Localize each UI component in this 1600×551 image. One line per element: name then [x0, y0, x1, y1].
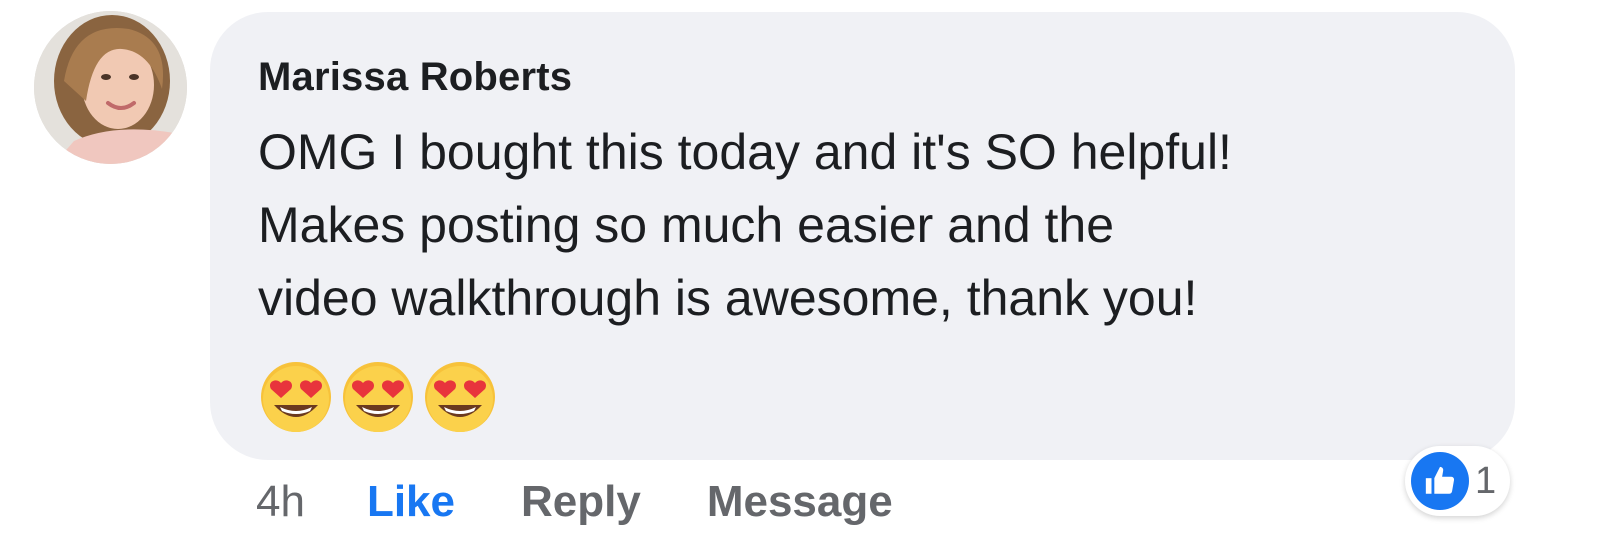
- comment-text-line: video walkthrough is awesome, thank you!: [258, 270, 1198, 326]
- like-button[interactable]: Like: [367, 474, 455, 530]
- comment-text-line: OMG I bought this today and it's SO help…: [258, 124, 1232, 180]
- comment: Marissa Roberts OMG I bought this today …: [0, 0, 1600, 551]
- message-button[interactable]: Message: [707, 474, 893, 530]
- heart-eyes-emoji-icon: [261, 362, 331, 432]
- reaction-count: 1: [1475, 459, 1497, 502]
- reaction-badge[interactable]: 1: [1405, 446, 1511, 516]
- avatar-image: [34, 11, 187, 164]
- comment-text: OMG I bought this today and it's SO help…: [258, 116, 1478, 335]
- comment-actions: 4h Like Reply Message: [256, 474, 959, 530]
- reply-button[interactable]: Reply: [521, 474, 641, 530]
- emoji-row: [258, 359, 1475, 435]
- comment-text-line: Makes posting so much easier and the: [258, 197, 1115, 253]
- heart-eyes-emoji-icon: [425, 362, 495, 432]
- comment-bubble: Marissa Roberts OMG I bought this today …: [210, 12, 1515, 460]
- comment-timestamp[interactable]: 4h: [256, 474, 305, 530]
- avatar[interactable]: [34, 11, 187, 164]
- like-thumb-icon: [1411, 452, 1469, 510]
- heart-eyes-emoji-icon: [343, 362, 413, 432]
- comment-author[interactable]: Marissa Roberts: [258, 54, 1475, 100]
